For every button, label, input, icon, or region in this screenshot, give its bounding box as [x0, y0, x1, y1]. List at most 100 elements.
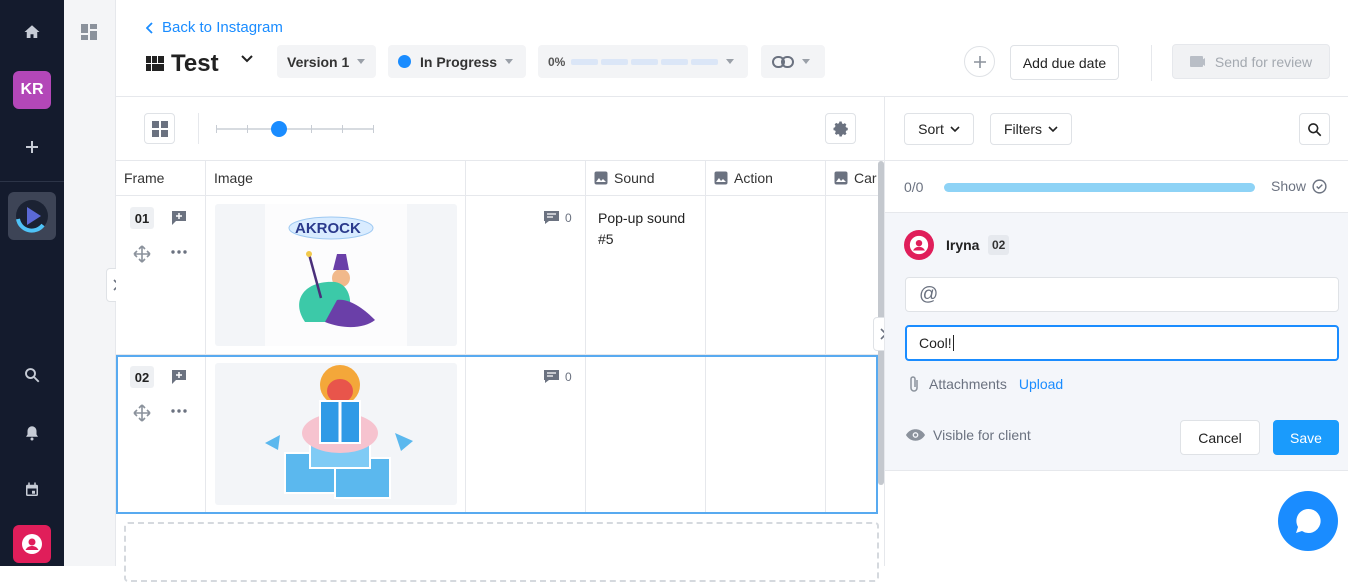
grid-view-button[interactable]: [144, 113, 175, 144]
visible-for-client-toggle[interactable]: Visible for client: [905, 427, 1031, 443]
column-header-action[interactable]: Action: [706, 161, 826, 196]
panel-search-button[interactable]: [1299, 113, 1330, 145]
review-progress-row: 0/0 Show: [885, 161, 1348, 213]
paperclip-icon: [910, 376, 918, 392]
add-comment-icon[interactable]: [171, 369, 187, 385]
app-sidebar: KR: [0, 0, 64, 566]
attachments-label: Attachments: [929, 376, 1007, 392]
image-icon: [834, 171, 848, 185]
add-frame-placeholder[interactable]: [124, 522, 879, 582]
column-header-label: Action: [734, 170, 773, 186]
frame-image-cell[interactable]: AKROCK: [206, 196, 466, 355]
send-for-review-label: Send for review: [1214, 53, 1313, 70]
drag-handle-icon[interactable]: [133, 404, 151, 422]
version-dropdown[interactable]: Version 1: [277, 45, 376, 78]
caret-down-icon: [802, 59, 810, 64]
column-header-label: Sound: [614, 170, 655, 186]
add-icon[interactable]: [13, 128, 51, 166]
project-title-group[interactable]: Test: [146, 50, 219, 78]
plus-icon: [973, 55, 986, 68]
table-row[interactable]: 01: [116, 196, 206, 355]
search-icon: [1308, 122, 1322, 136]
dashboard-icon[interactable]: [81, 24, 98, 41]
zoom-slider[interactable]: [216, 121, 374, 137]
frame-badge: 02: [988, 235, 1010, 255]
sound-cell[interactable]: Pop-up sound #5: [586, 196, 706, 355]
comment-count[interactable]: 0: [543, 210, 572, 225]
action-cell[interactable]: [706, 355, 826, 514]
comment-input-value: Cool!: [919, 335, 952, 351]
camera-cell[interactable]: [826, 355, 878, 514]
sort-dropdown[interactable]: Sort: [904, 113, 974, 145]
svg-text:AKROCK: AKROCK: [295, 220, 361, 237]
column-header-frame[interactable]: Frame: [116, 161, 206, 196]
column-header-comments[interactable]: [466, 161, 586, 196]
column-header-camera[interactable]: Car: [826, 161, 878, 196]
camera-cell[interactable]: [826, 196, 878, 355]
user-profile-icon[interactable]: [13, 525, 51, 563]
image-icon: [594, 171, 608, 185]
chevron-down-icon: [950, 125, 960, 132]
upload-link[interactable]: Upload: [1019, 376, 1063, 392]
search-icon[interactable]: [13, 356, 51, 394]
comment-icon: [544, 211, 559, 224]
action-cell[interactable]: [706, 196, 826, 355]
progress-count: 0/0: [904, 179, 924, 195]
cancel-button[interactable]: Cancel: [1180, 420, 1260, 455]
more-options-icon[interactable]: [171, 408, 187, 414]
chat-support-button[interactable]: [1278, 491, 1338, 551]
user-avatar[interactable]: KR: [13, 71, 51, 109]
column-header-label: Image: [214, 170, 253, 186]
filters-label: Filters: [1003, 121, 1043, 137]
link-icon: [772, 55, 794, 68]
grid-settings-button[interactable]: [825, 113, 856, 144]
add-due-date-button[interactable]: Add due date: [1010, 45, 1119, 80]
chevron-down-icon: [1048, 125, 1058, 132]
show-toggle[interactable]: Show: [1271, 178, 1327, 194]
grid-toolbar: [116, 97, 884, 161]
progress-dropdown[interactable]: 0%: [538, 45, 748, 78]
drag-handle-icon[interactable]: [133, 245, 151, 263]
rail-divider: [0, 181, 64, 182]
mention-input[interactable]: @: [905, 277, 1339, 312]
show-label: Show: [1271, 178, 1307, 194]
project-logo-icon[interactable]: [8, 192, 56, 240]
add-comment-icon[interactable]: [171, 210, 187, 226]
bell-icon[interactable]: [13, 414, 51, 452]
visible-for-client-label: Visible for client: [933, 427, 1031, 443]
chevron-left-icon: [146, 21, 153, 34]
column-header-sound[interactable]: Sound: [586, 161, 706, 196]
add-due-date-label: Add due date: [1022, 54, 1107, 71]
avatar-initials: KR: [20, 81, 44, 98]
column-header-label: Car: [854, 170, 877, 186]
more-options-icon[interactable]: [171, 249, 187, 255]
panel-toolbar: Sort Filters: [885, 97, 1348, 161]
save-label: Save: [1290, 429, 1322, 446]
filters-dropdown[interactable]: Filters: [990, 113, 1072, 145]
comments-cell[interactable]: 0: [466, 355, 586, 514]
toolbar-divider: [198, 113, 199, 144]
calendar-icon[interactable]: [13, 471, 51, 509]
chevron-down-icon[interactable]: [240, 53, 254, 65]
status-dropdown[interactable]: In Progress: [388, 45, 526, 78]
comment-count-value: 0: [565, 210, 572, 225]
table-row[interactable]: 02: [116, 355, 206, 514]
comment-count-value: 0: [565, 369, 572, 384]
caret-down-icon: [357, 59, 366, 64]
frame-image-cell[interactable]: [206, 355, 466, 514]
caret-down-icon: [505, 59, 514, 64]
comments-panel: Sort Filters 0/0 Show Iryna 02 @ Cool! A…: [884, 97, 1348, 566]
back-link[interactable]: Back to Instagram: [146, 19, 283, 36]
share-link-dropdown[interactable]: [761, 45, 825, 78]
comments-cell[interactable]: 0: [466, 196, 586, 355]
comment-input[interactable]: Cool!: [905, 325, 1339, 361]
column-header-image[interactable]: Image: [206, 161, 466, 196]
sound-cell[interactable]: [586, 355, 706, 514]
send-for-review-button[interactable]: Send for review: [1172, 44, 1330, 79]
save-button[interactable]: Save: [1273, 420, 1339, 455]
add-assignee-button[interactable]: [964, 46, 995, 77]
attachments-row: Attachments Upload: [907, 375, 1063, 393]
comment-count[interactable]: 0: [543, 369, 572, 384]
zoom-slider-thumb[interactable]: [271, 121, 288, 137]
home-icon[interactable]: [13, 13, 51, 51]
